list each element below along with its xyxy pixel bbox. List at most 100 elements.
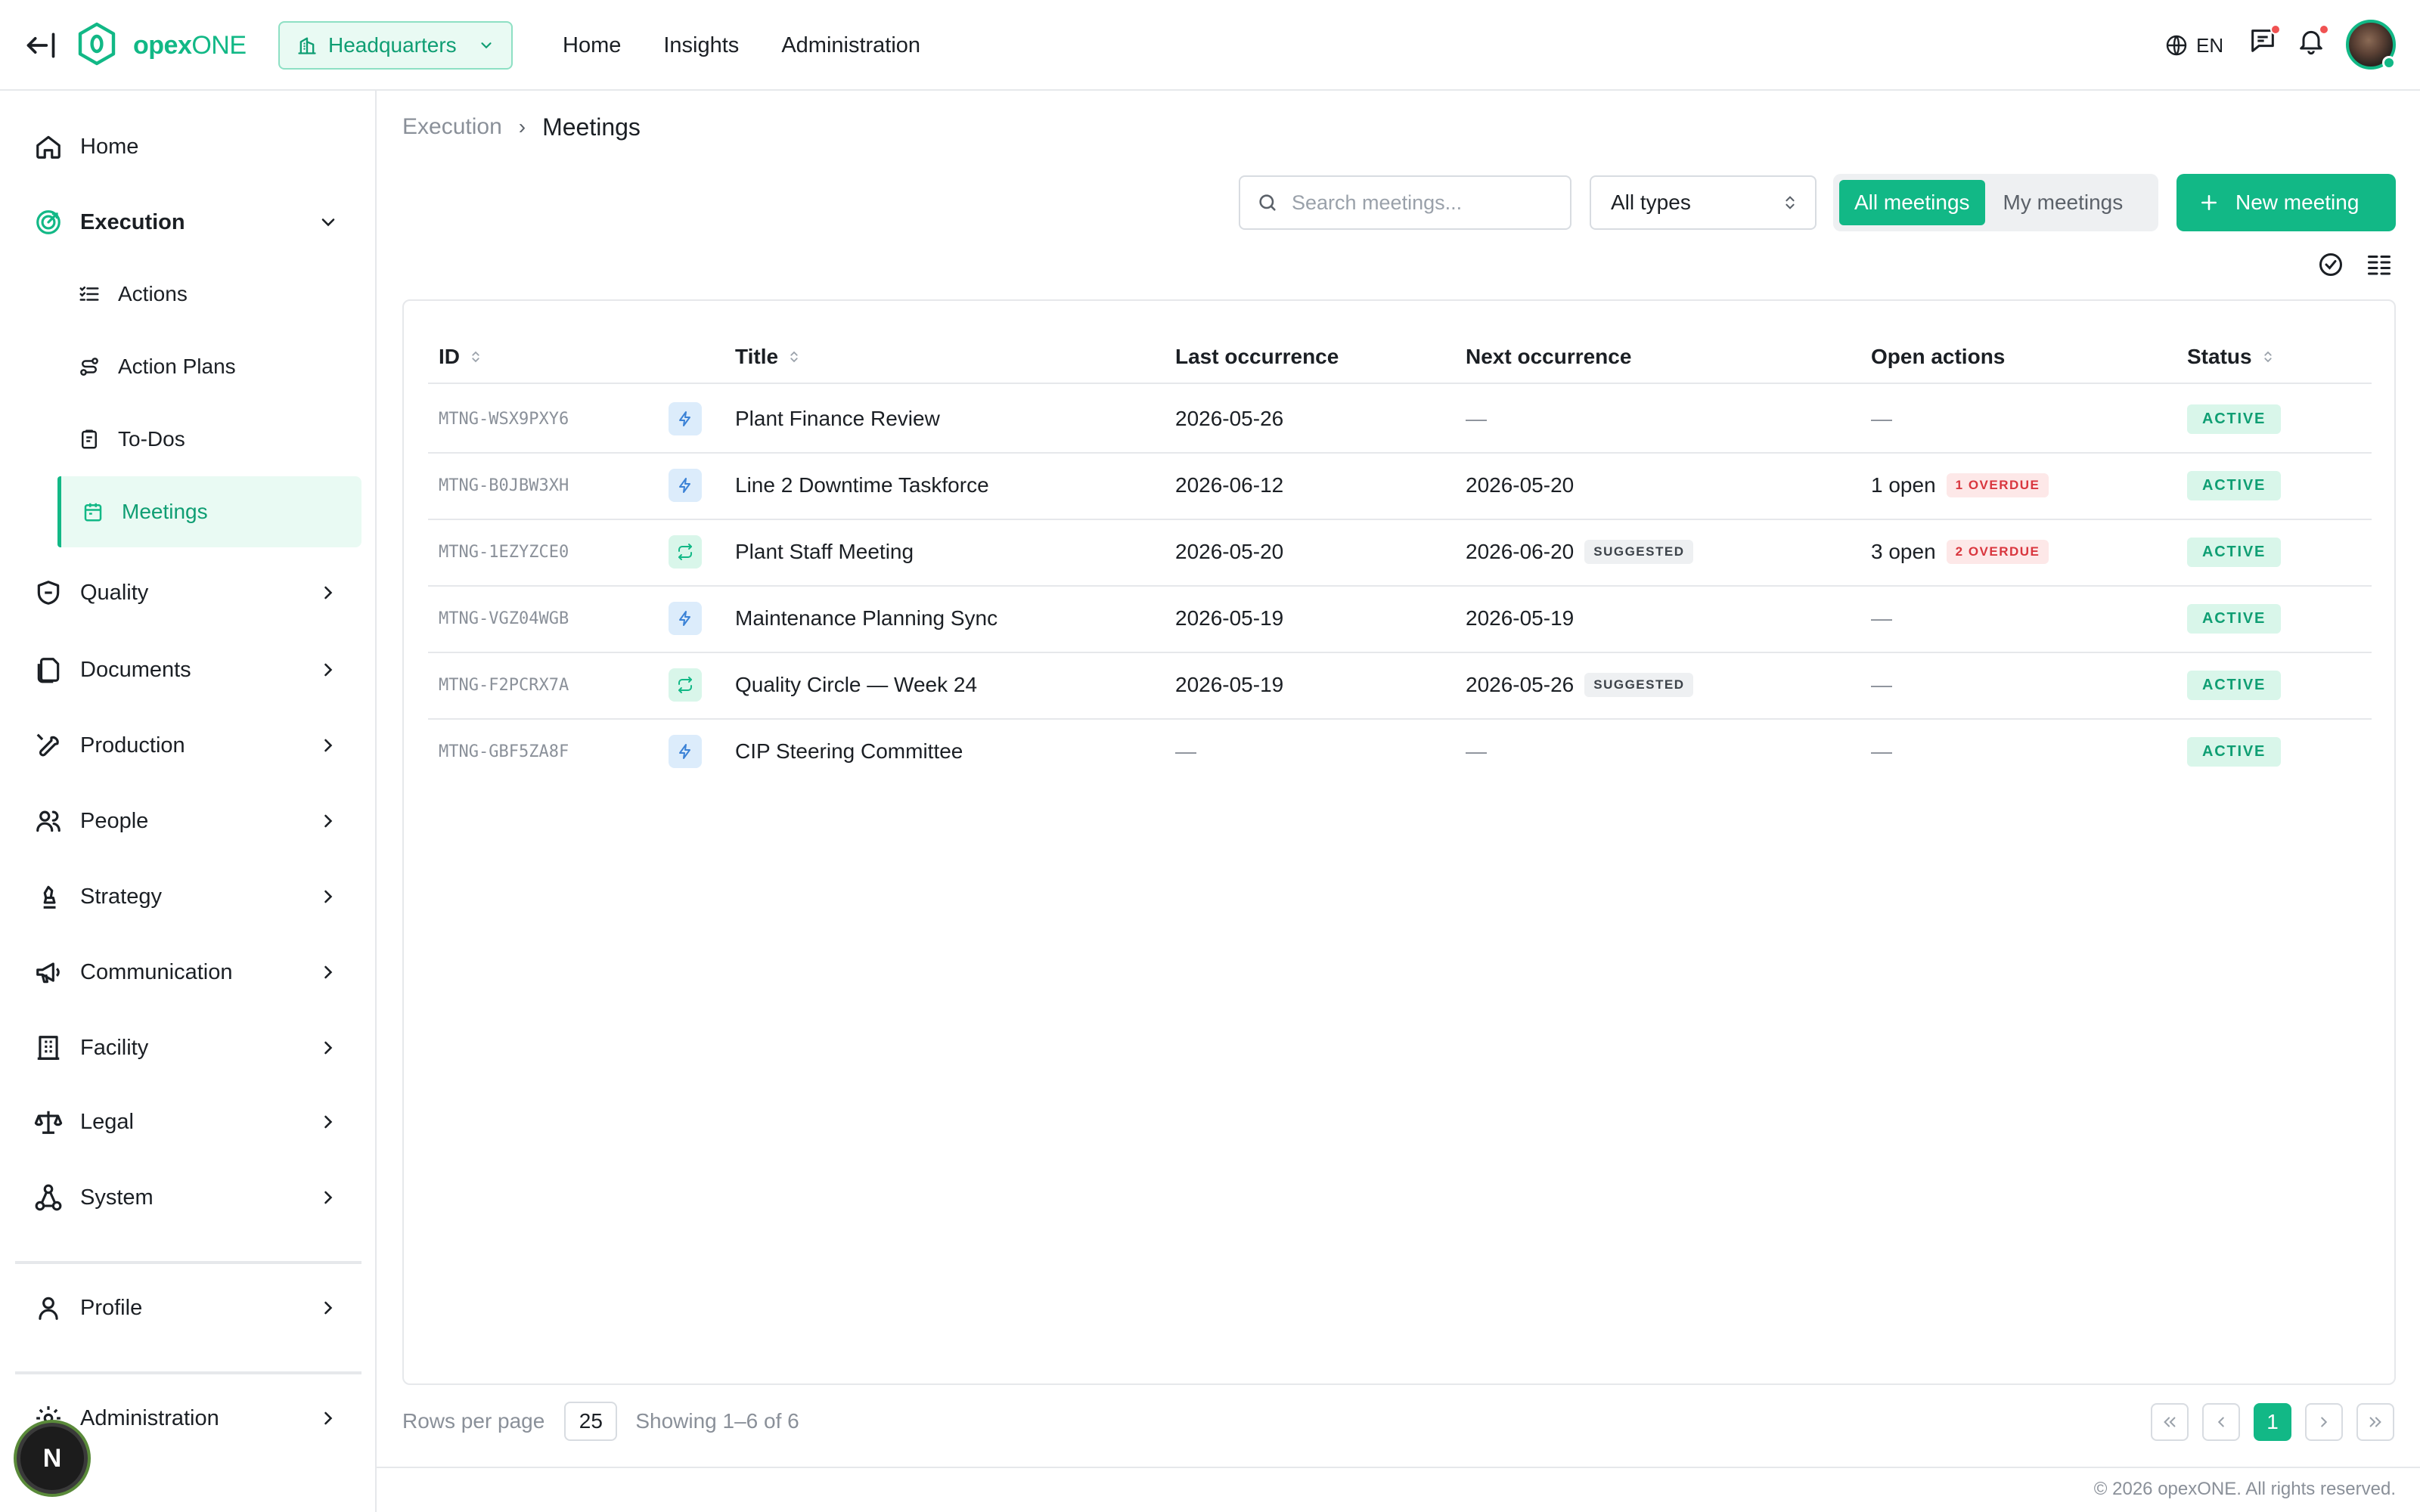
column-header-last-occurrence: Last occurrence (1175, 342, 1339, 372)
check-circle-icon[interactable] (2317, 251, 2344, 278)
sidebar-subitem-to-dos[interactable]: To-Dos (57, 404, 361, 475)
sidebar-item-label: Production (80, 733, 185, 758)
open-actions: 3 open 2 OVERDUE (1871, 519, 2049, 585)
next-page-button[interactable] (2305, 1403, 2343, 1441)
my-meetings-tab[interactable]: My meetings (1988, 180, 2139, 225)
table-row[interactable]: MTNG-F2PCRX7A Quality Circle — Week 24 202… (428, 652, 2372, 720)
pagination-controls: 1 (2151, 1403, 2394, 1441)
table-row[interactable]: MTNG-B0JBW3XH Line 2 Downtime Taskforce 20… (428, 452, 2372, 520)
column-header-id[interactable]: ID (439, 342, 482, 372)
meeting-title[interactable]: Plant Finance Review (735, 386, 940, 452)
avatar[interactable] (2346, 20, 2396, 70)
status: ACTIVE (2187, 519, 2282, 585)
column-header-status[interactable]: Status (2187, 342, 2275, 372)
rows-per-page-select[interactable]: 25 (564, 1402, 618, 1441)
sidebar-subitem-meetings[interactable]: Meetings (57, 476, 361, 547)
sidebar-subitem-label: Actions (118, 282, 188, 305)
table-row[interactable]: MTNG-1EZYZCE0 Plant Staff Meeting 2026-05-… (428, 519, 2372, 587)
open-actions: — (1871, 386, 1892, 452)
chevron-right-icon (2321, 1417, 2328, 1427)
calendar-icon (84, 503, 102, 522)
last-page-button[interactable] (2356, 1403, 2394, 1441)
sidebar-item-execution[interactable]: Execution (15, 187, 361, 257)
chevron-down-icon (481, 42, 492, 49)
sidebar-item-system[interactable]: System (15, 1163, 361, 1232)
all-meetings-tab[interactable]: All meetings (1839, 180, 1985, 225)
chevron-down-icon (321, 218, 335, 227)
search-box[interactable] (1239, 175, 1571, 230)
collapse-sidebar-icon[interactable] (24, 29, 57, 62)
sort-icon (2263, 351, 2272, 363)
target-icon (36, 210, 60, 234)
sidebar-item-communication[interactable]: Communication (15, 937, 361, 1007)
new-meeting-label: New meeting (2235, 191, 2360, 214)
column-header-title[interactable]: Title (735, 342, 801, 372)
footer-divider (377, 1467, 2420, 1468)
sidebar-item-people[interactable]: People (15, 786, 361, 856)
column-header-next-occurrence: Next occurrence (1466, 342, 1631, 372)
chat-notification-dot (2270, 24, 2281, 35)
topnav-home[interactable]: Home (563, 29, 621, 62)
chevron-up-down-icon (1786, 196, 1795, 209)
sidebar-subitem-action-plans[interactable]: Action Plans (57, 331, 361, 402)
meeting-title[interactable]: Quality Circle — Week 24 (735, 652, 977, 718)
topnav-insights[interactable]: Insights (663, 29, 739, 62)
sidebar-item-legal[interactable]: Legal (15, 1087, 361, 1157)
chevron-right-icon (324, 965, 333, 979)
page-1-button[interactable]: 1 (2254, 1403, 2291, 1441)
search-input[interactable] (1292, 191, 1564, 215)
table-row[interactable]: MTNG-VGZ04WGB Maintenance Planning Sync 20… (428, 585, 2372, 653)
sidebar-item-label: Documents (80, 657, 191, 682)
sidebar-item-production[interactable]: Production (15, 711, 361, 780)
table-row[interactable]: MTNG-GBF5ZA8F CIP Steering Committee — — — AC… (428, 718, 2372, 786)
previous-page-button[interactable] (2202, 1403, 2240, 1441)
type-filter-value: All types (1611, 191, 1691, 214)
table-header: ID Title Last occurrence Next occurrence… (428, 331, 2372, 384)
sidebar-subitem-actions[interactable]: Actions (57, 259, 361, 330)
sidebar-item-documents[interactable]: Documents (15, 635, 361, 705)
lightning-icon (679, 478, 690, 493)
columns-icon[interactable] (2366, 251, 2393, 278)
sort-icon (790, 351, 798, 363)
chat-button[interactable] (2248, 24, 2281, 59)
meeting-title[interactable]: Plant Staff Meeting (735, 519, 914, 585)
sidebar-item-label: Facility (80, 1035, 149, 1060)
sidebar-item-home[interactable]: Home (15, 112, 361, 181)
site-selector[interactable]: Headquarters (278, 21, 513, 70)
pagination-info: Rows per page 25 Showing 1–6 of 6 (402, 1402, 799, 1441)
new-meeting-button[interactable]: New meeting (2176, 174, 2396, 231)
column-header-label: Title (735, 345, 779, 368)
chevron-right-icon (324, 1411, 333, 1425)
last-occurrence-value: 2026-06-12 (1175, 473, 1284, 497)
type-filter-select[interactable]: All types (1590, 175, 1817, 230)
breadcrumb-meetings: Meetings (542, 113, 641, 141)
column-header-label: ID (439, 345, 460, 368)
meeting-title[interactable]: Line 2 Downtime Taskforce (735, 452, 989, 519)
sidebar-item-label: Execution (80, 209, 185, 234)
dev-tools-badge[interactable]: N (17, 1423, 88, 1494)
first-page-button[interactable] (2151, 1403, 2189, 1441)
table-row[interactable]: MTNG-WSX9PXY6 Plant Finance Review 2026-05… (428, 386, 2372, 454)
lightning-icon (679, 411, 690, 426)
meeting-title[interactable]: Maintenance Planning Sync (735, 585, 997, 652)
notifications-button[interactable] (2296, 24, 2329, 59)
meeting-type (669, 519, 702, 585)
next-occurrence: 2026-06-20 SUGGESTED (1466, 519, 1694, 585)
meeting-title[interactable]: CIP Steering Committee (735, 718, 963, 785)
search-icon (1259, 194, 1276, 211)
column-header-open-actions: Open actions (1871, 342, 2005, 372)
breadcrumb-execution[interactable]: Execution (402, 110, 502, 144)
sidebar-item-facility[interactable]: Facility (15, 1013, 361, 1083)
column-header-label: Status (2187, 345, 2252, 368)
sidebar-item-quality[interactable]: Quality (15, 558, 361, 627)
sidebar-item-strategy[interactable]: Strategy (15, 862, 361, 931)
site-label: Headquarters (328, 33, 457, 57)
hexagon-logo-icon (78, 22, 116, 66)
language-switch[interactable]: EN (2164, 29, 2223, 62)
brand-name[interactable]: opexONE (133, 29, 247, 62)
chevron-right-icon (324, 739, 333, 752)
sidebar-item-label: Communication (80, 959, 233, 984)
next-occurrence: 2026-05-26 SUGGESTED (1466, 652, 1694, 718)
sidebar-item-profile[interactable]: Profile (15, 1273, 361, 1343)
topnav-administration[interactable]: Administration (781, 29, 920, 62)
